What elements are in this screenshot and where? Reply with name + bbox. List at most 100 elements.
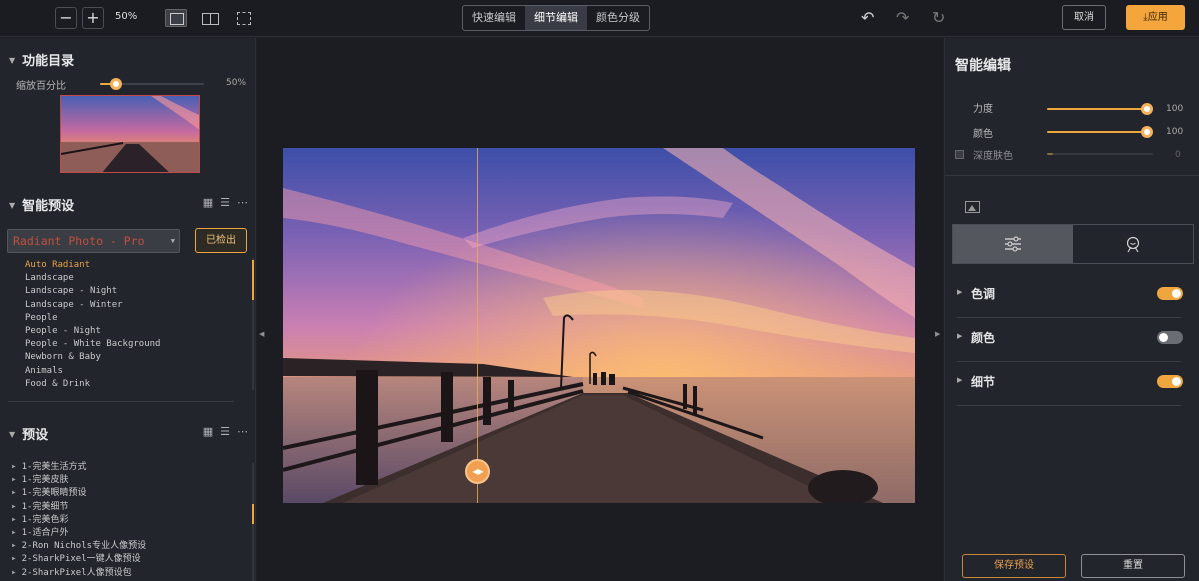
apply-button[interactable]: ⤓应用 [1126, 5, 1185, 30]
scale-value: 50% [226, 78, 247, 88]
main-photo[interactable] [283, 148, 915, 503]
split-view-icon[interactable] [199, 9, 221, 27]
tab-quick-edit[interactable]: 快速编辑 [463, 6, 525, 30]
grid-view-icon[interactable]: ▦ [203, 196, 213, 209]
tone-section-label: 色调 [971, 287, 996, 301]
list-item[interactable]: Animals [25, 365, 160, 378]
smart-presets-title: 智能预设 [22, 199, 75, 214]
scale-label: 缩放百分比 [16, 81, 66, 92]
list-item[interactable]: Food & Drink [25, 378, 160, 391]
list-view-icon[interactable]: ☰ [220, 425, 230, 438]
strength-slider[interactable] [1047, 103, 1153, 115]
cancel-button[interactable]: 取消 [1062, 5, 1106, 30]
list-item[interactable]: 1-完美细节 [12, 501, 146, 514]
preset-scrollbar-thumb[interactable] [252, 260, 254, 300]
color-slider-fill [1047, 131, 1147, 133]
smart-presets-header[interactable]: ▼ 智能预设 [9, 195, 74, 214]
face-icon [1126, 236, 1140, 253]
list-item[interactable]: Auto Radiant [25, 259, 160, 272]
deep-skin-value: 0 [1175, 150, 1181, 160]
presets-title: 预设 [22, 428, 49, 443]
zoom-out-button[interactable]: − [55, 7, 77, 29]
strength-slider-fill [1047, 108, 1147, 110]
list-view-icon[interactable]: ☰ [220, 196, 230, 209]
list-item[interactable]: Landscape - Night [25, 285, 160, 298]
smart-preset-list: Auto Radiant Landscape Landscape - Night… [25, 259, 160, 391]
list-item[interactable]: 2-Ron Nichols专业人像预设 [12, 540, 146, 553]
list-item[interactable]: Landscape - Winter [25, 299, 160, 312]
color-section-label: 颜色 [971, 331, 996, 345]
tab-portrait[interactable] [1073, 225, 1193, 263]
divider [8, 401, 234, 402]
more-options-icon[interactable]: ⋯ [237, 196, 248, 209]
list-item[interactable]: 1-完美眼睛预设 [12, 487, 146, 500]
list-item[interactable]: 1-完美生活方式 [12, 461, 146, 474]
smart-presets-view-controls: ▦ ☰ ⋯ [203, 196, 248, 209]
divider [945, 175, 1199, 176]
catalog-section-header[interactable]: ▼ 功能目录 [9, 50, 74, 69]
top-toolbar: − + 50% 快速编辑 细节编辑 颜色分级 ↶ ↷ ↻ 取消 ⤓应用 [0, 0, 1199, 37]
list-item[interactable]: Landscape [25, 272, 160, 285]
tab-adjustments[interactable] [953, 225, 1073, 263]
expand-icon: ▶ [957, 376, 963, 384]
photo-image [283, 148, 915, 503]
navigator-thumbnail[interactable] [60, 95, 200, 173]
list-item[interactable]: People [25, 312, 160, 325]
color-section[interactable]: ▶ 颜色 [957, 318, 1183, 362]
tab-color-grading[interactable]: 颜色分级 [587, 6, 649, 30]
canvas-area: ◀ ▶ ◀▶ [257, 38, 943, 581]
reset-view-icon[interactable]: ↻ [932, 10, 945, 26]
list-item[interactable]: Newborn & Baby [25, 351, 160, 364]
deep-skin-slider-fill [1047, 153, 1053, 155]
list-item[interactable]: People - Night [25, 325, 160, 338]
detail-toggle[interactable] [1157, 375, 1183, 388]
grid-view-icon[interactable]: ▦ [203, 425, 213, 438]
more-options-icon[interactable]: ⋯ [237, 425, 248, 438]
list-item[interactable]: 1-适合户外 [12, 527, 146, 540]
strength-slider-knob[interactable] [1141, 103, 1153, 115]
crop-view-icon[interactable] [233, 9, 255, 27]
color-label: 颜色 [973, 129, 993, 140]
expand-icon: ▶ [957, 288, 963, 296]
single-view-icon[interactable] [165, 9, 187, 27]
collapse-right-icon[interactable]: ▶ [935, 330, 940, 338]
folder-scrollbar-thumb[interactable] [252, 504, 254, 524]
detail-section-label: 细节 [971, 375, 996, 389]
left-panel: ▼ 功能目录 缩放百分比 50% ▼ 智能预设 ▦ ☰ ⋯ Radiant Ph… [0, 38, 256, 581]
deep-skin-slider[interactable] [1047, 153, 1153, 155]
tab-detail-edit[interactable]: 细节编辑 [525, 6, 587, 30]
collapse-icon: ▼ [9, 56, 16, 65]
detected-button[interactable]: 已检出 [195, 228, 247, 253]
tone-section[interactable]: ▶ 色调 [957, 274, 1183, 318]
color-toggle[interactable] [1157, 331, 1183, 344]
color-slider[interactable] [1047, 126, 1153, 138]
redo-icon[interactable]: ↷ [896, 10, 909, 26]
color-value: 100 [1166, 127, 1184, 137]
preset-select[interactable]: Radiant Photo - Pro ▼ [7, 229, 180, 253]
mode-tabs: 快速编辑 细节编辑 颜色分级 [462, 5, 650, 31]
compare-split-line[interactable] [477, 148, 478, 503]
scale-slider-knob[interactable] [109, 78, 122, 90]
collapse-left-icon[interactable]: ◀ [259, 330, 264, 338]
zoom-in-button[interactable]: + [82, 7, 104, 29]
scale-slider[interactable] [100, 78, 204, 90]
list-item[interactable]: People - White Background [25, 338, 160, 351]
strength-value: 100 [1166, 104, 1184, 114]
list-item[interactable]: 2-SharkPixel人像预设包 [12, 567, 146, 580]
list-item[interactable]: 1-完美色彩 [12, 514, 146, 527]
undo-icon[interactable]: ↶ [861, 10, 874, 26]
deep-skin-checkbox[interactable] [955, 150, 964, 159]
list-item[interactable]: 2-SharkPixel一键人像预设 [12, 553, 146, 566]
tone-toggle[interactable] [1157, 287, 1183, 300]
presets-view-controls: ▦ ☰ ⋯ [203, 425, 248, 438]
list-item[interactable]: 1-完美皮肤 [12, 474, 146, 487]
expand-icon: ▶ [957, 332, 963, 340]
tool-tabs [952, 224, 1194, 264]
thumbnail-image [61, 96, 199, 172]
color-slider-knob[interactable] [1141, 126, 1153, 138]
reset-button[interactable]: 重置 [1081, 554, 1185, 578]
detail-section[interactable]: ▶ 细节 [957, 362, 1183, 406]
presets-header[interactable]: ▼ 预设 [9, 424, 48, 443]
compare-drag-handle[interactable]: ◀▶ [465, 459, 490, 484]
save-preset-button[interactable]: 保存预设 [962, 554, 1066, 578]
